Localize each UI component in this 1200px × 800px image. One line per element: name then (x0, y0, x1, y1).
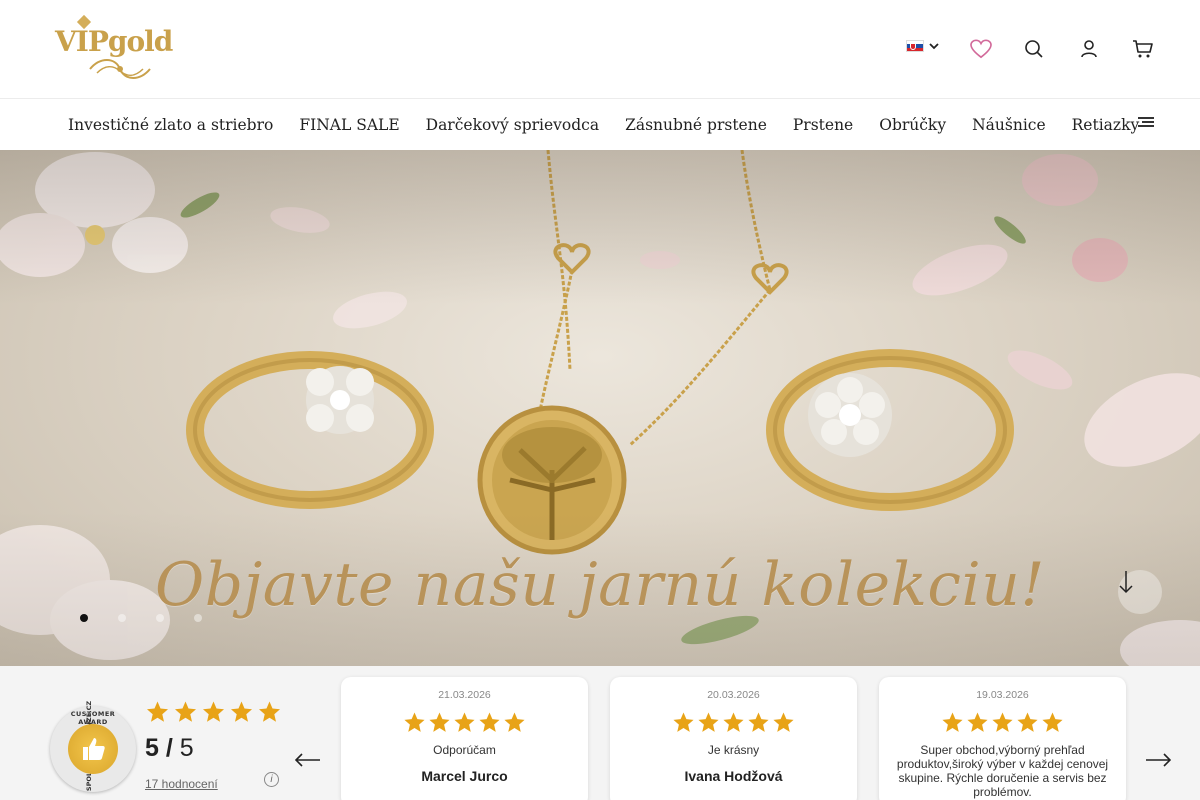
star-icon (698, 712, 719, 732)
slider-dot[interactable] (156, 614, 164, 622)
language-selector[interactable] (906, 40, 940, 52)
scroll-down-button[interactable] (1118, 570, 1162, 614)
review-stars (610, 711, 857, 734)
review-date: 19.03.2026 (976, 689, 1029, 701)
arrow-right-icon (1146, 753, 1171, 767)
star-icon (942, 712, 963, 732)
customer-award-badge: CUSTOMER AWARD SPOLEHLIVERECENZE.CZ (50, 701, 136, 792)
nav-item-wedding-bands[interactable]: Obrúčky (879, 116, 946, 134)
review-text: Odporúčam (433, 743, 496, 757)
star-icon (773, 712, 794, 732)
star-icon (479, 712, 500, 732)
star-icon (175, 701, 196, 722)
arrow-down-icon (1119, 571, 1133, 594)
slovakia-flag-icon (906, 40, 924, 52)
slider-dot[interactable] (194, 614, 202, 622)
reviews-prev-button[interactable] (294, 748, 322, 772)
rating-score: 5 / 5 (145, 734, 194, 762)
star-icon (1042, 712, 1063, 732)
reviews-next-button[interactable] (1144, 748, 1172, 772)
nav-item-engagement-rings[interactable]: Zásnubné prstene (625, 116, 767, 134)
rating-stars (145, 700, 282, 724)
star-icon (1017, 712, 1038, 732)
wishlist-button[interactable] (969, 37, 993, 61)
hamburger-icon[interactable] (1138, 117, 1154, 131)
star-icon (992, 712, 1013, 732)
vipgold-logo[interactable]: VIPgold (55, 14, 173, 83)
thumbs-up-icon (83, 738, 105, 760)
star-icon (723, 712, 744, 732)
nav-item-earrings[interactable]: Náušnice (972, 116, 1046, 134)
review-card: 19.03.2026 Super obchod,výborný prehľad … (879, 677, 1126, 800)
arrow-left-icon (295, 753, 320, 767)
review-card: 21.03.2026 Odporúčam Marcel Jurco (341, 677, 588, 800)
review-count-link[interactable]: 17 hodnocení (145, 777, 218, 791)
heart-icon (970, 39, 992, 59)
user-icon (1081, 40, 1097, 58)
chevron-down-icon (929, 43, 939, 50)
star-icon (673, 712, 694, 732)
hero-banner[interactable]: Objavte našu jarnú kolekciu! (0, 150, 1200, 666)
star-icon (203, 701, 224, 722)
info-icon[interactable]: i (264, 772, 279, 787)
nav-item-chains[interactable]: Retiazky (1072, 116, 1140, 134)
review-author: Marcel Jurco (421, 768, 508, 784)
star-icon (454, 712, 475, 732)
main-navigation: Investičné zlato a striebro FINAL SALE D… (0, 100, 1200, 150)
review-card: 20.03.2026 Je krásny Ivana Hodžová (610, 677, 857, 800)
review-stars (879, 711, 1126, 734)
logo-text: VIPgold (55, 25, 173, 58)
search-button[interactable] (1022, 37, 1046, 61)
nav-item-gift-guide[interactable]: Darčekový sprievodca (426, 116, 599, 134)
star-icon (429, 712, 450, 732)
star-icon (231, 701, 252, 722)
logo-ornament-icon (89, 59, 151, 79)
site-header: VIPgold (0, 0, 1200, 99)
review-author: Ivana Hodžová (684, 768, 783, 784)
star-icon (259, 701, 280, 722)
review-text: Je krásny (707, 743, 760, 757)
cart-button[interactable] (1131, 37, 1155, 61)
star-icon (404, 712, 425, 732)
cart-icon (1133, 40, 1153, 58)
slider-dot[interactable] (118, 614, 126, 622)
star-icon (967, 712, 988, 732)
nav-item-final-sale[interactable]: FINAL SALE (299, 116, 399, 134)
slider-dots (80, 614, 202, 622)
star-icon (748, 712, 769, 732)
hero-title: Objavte našu jarnú kolekciu! (155, 550, 1045, 620)
review-date: 20.03.2026 (707, 689, 760, 701)
review-text: Super obchod,výborný prehľad produktov,š… (896, 743, 1109, 799)
nav-item-investment-gold[interactable]: Investičné zlato a striebro (68, 116, 273, 134)
search-icon (1025, 40, 1043, 58)
review-stars (341, 711, 588, 734)
star-icon (504, 712, 525, 732)
star-icon (147, 701, 168, 722)
review-date: 21.03.2026 (438, 689, 491, 701)
nav-item-rings[interactable]: Prstene (793, 116, 853, 134)
slider-dot[interactable] (80, 614, 88, 622)
account-button[interactable] (1077, 37, 1101, 61)
